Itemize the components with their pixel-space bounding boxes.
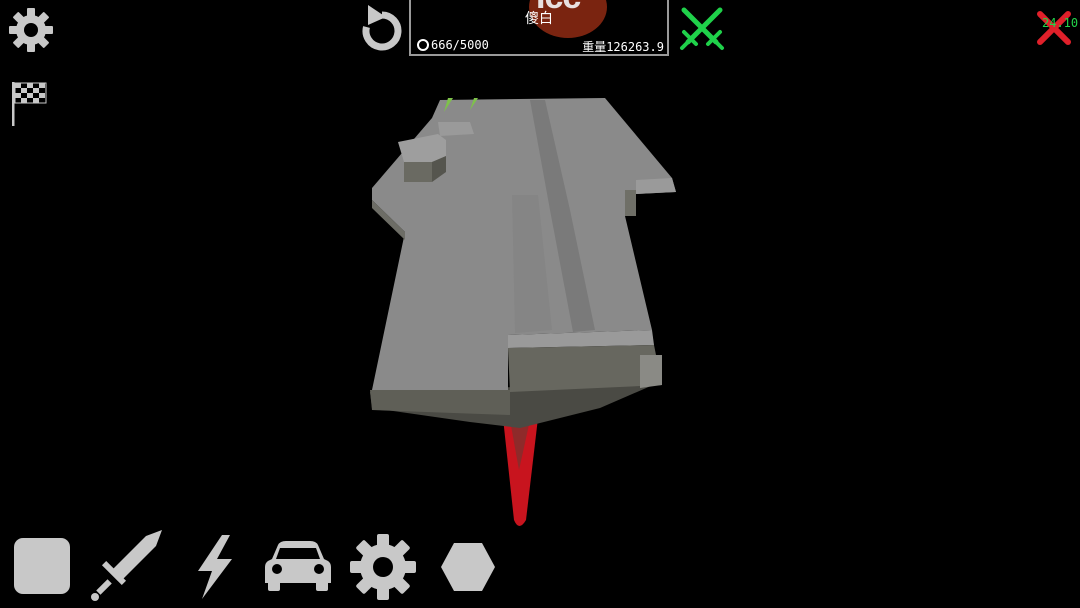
battle-button[interactable] [678,4,726,52]
coin-icon [417,39,429,51]
player-name: 傻白 [525,11,553,27]
undo-button[interactable] [358,5,406,55]
undo-icon [362,5,402,51]
crossed-swords-icon [680,7,724,50]
weight-readout: 重量126263.9 [582,40,664,54]
player-info-panel: Icc 傻白 666/5000 重量126263.9 [409,0,669,56]
power-category-button[interactable] [192,535,236,599]
timer-readout: 24.10 [1042,16,1079,30]
gear-icon [9,8,53,52]
race-flag-button[interactable] [10,80,50,128]
checkered-flag-icon [12,82,47,126]
coin-value: 666/5000 [431,38,489,52]
settings-button[interactable] [8,7,54,53]
square-icon [14,538,70,594]
mechanism-category-button[interactable] [349,533,417,601]
hexagon-icon [441,543,495,591]
game-viewport[interactable] [0,0,1080,608]
gear-icon [350,534,416,600]
lightning-icon [198,535,232,599]
weapon-category-button[interactable] [90,528,164,602]
car-icon [265,541,331,591]
sword-icon [91,530,162,601]
shape-category-button[interactable] [440,542,496,592]
coin-counter: 666/5000 [417,38,489,52]
block-category-button[interactable] [13,537,71,595]
ship-model [370,98,676,526]
vehicle-category-button[interactable] [264,539,332,593]
